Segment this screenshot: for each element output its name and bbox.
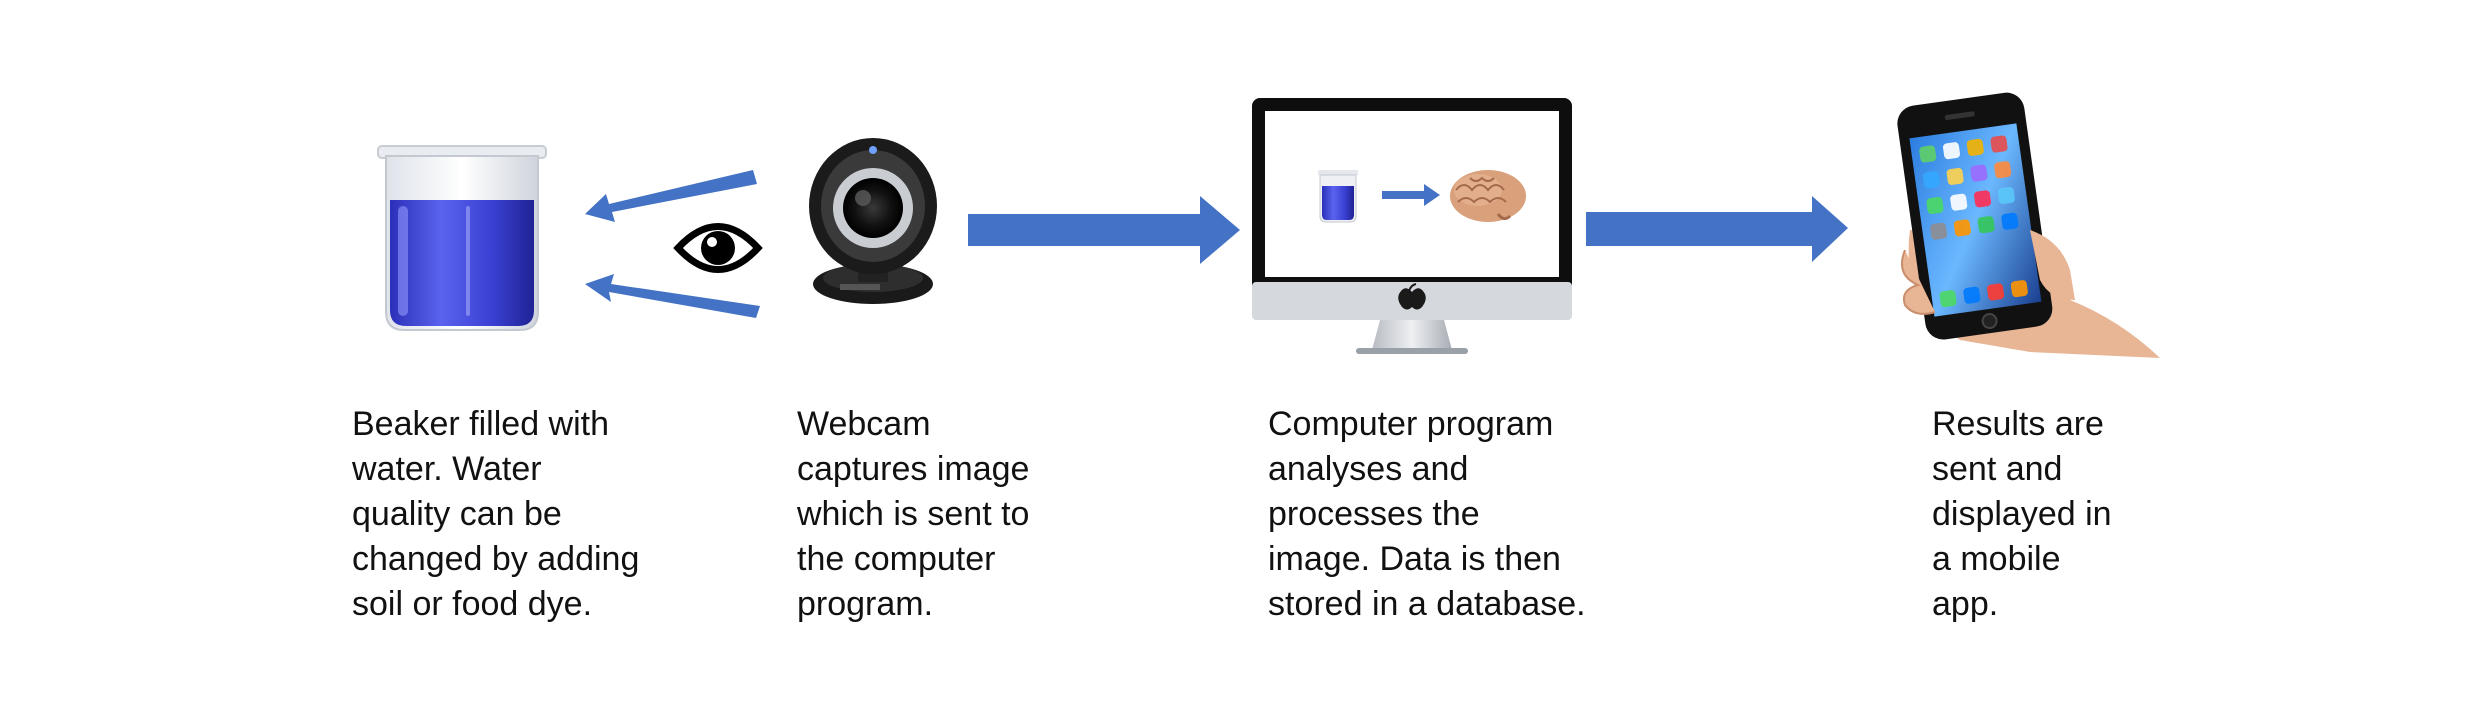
eye-icon bbox=[673, 223, 763, 273]
webcam-icon bbox=[809, 138, 937, 304]
view-arrow-upper bbox=[585, 170, 757, 222]
caption-line: changed by adding bbox=[352, 540, 640, 578]
computer-caption: Computer program analyses and processes … bbox=[1268, 402, 1586, 627]
caption-line: app. bbox=[1932, 585, 1999, 623]
caption-line: soil or food dye. bbox=[352, 585, 593, 623]
caption-line: the computer bbox=[797, 540, 996, 578]
caption-line: displayed in bbox=[1932, 495, 2112, 533]
caption-line: Results are bbox=[1932, 405, 2104, 443]
webcam-caption: Webcam captures image which is sent to t… bbox=[797, 402, 1029, 627]
caption-line: program. bbox=[797, 585, 934, 623]
caption-line: Computer program bbox=[1268, 405, 1554, 443]
caption-line: a mobile bbox=[1932, 540, 2061, 578]
beaker-icon bbox=[377, 145, 547, 331]
caption-line: captures image bbox=[797, 450, 1030, 488]
brain-icon bbox=[1450, 170, 1526, 222]
caption-line: image. Data is then bbox=[1268, 540, 1561, 578]
caption-line: stored in a database. bbox=[1268, 585, 1586, 623]
caption-line: quality can be bbox=[352, 495, 562, 533]
caption-line: Webcam bbox=[797, 405, 931, 443]
caption-line: which is sent to bbox=[797, 495, 1030, 533]
caption-line: processes the bbox=[1268, 495, 1480, 533]
arrow-computer-to-phone bbox=[1586, 196, 1848, 262]
computer-monitor-icon bbox=[1252, 98, 1572, 354]
caption-line: Beaker filled with bbox=[352, 405, 610, 443]
view-arrow-lower bbox=[585, 274, 760, 318]
mini-beaker-icon bbox=[1318, 170, 1358, 223]
caption-line: analyses and bbox=[1268, 450, 1469, 488]
smartphone-in-hand-icon bbox=[1897, 92, 2160, 358]
caption-line: water. Water bbox=[352, 450, 542, 488]
arrow-webcam-to-computer bbox=[968, 196, 1240, 264]
phone-caption: Results are sent and displayed in a mobi… bbox=[1932, 402, 2112, 627]
beaker-caption: Beaker filled with water. Water quality … bbox=[352, 402, 639, 627]
caption-line: sent and bbox=[1932, 450, 2063, 488]
